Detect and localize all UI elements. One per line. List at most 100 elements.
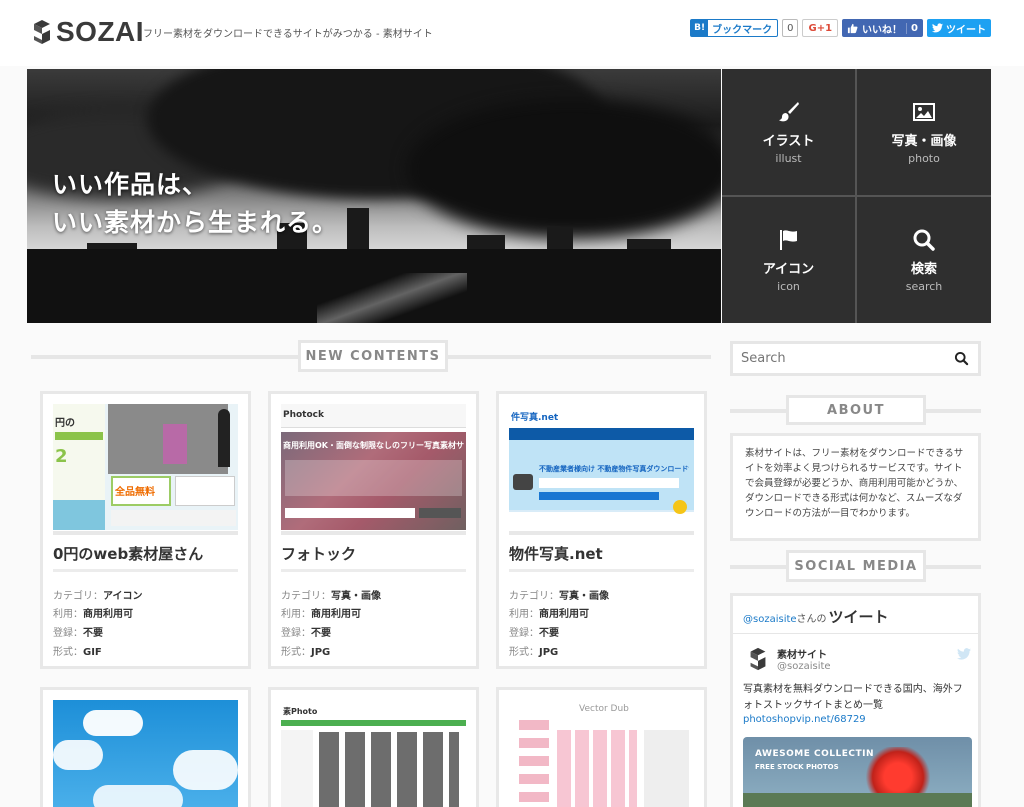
content-card[interactable] <box>40 687 251 807</box>
twitter-bird-icon <box>957 648 971 660</box>
content-card[interactable]: 円の 2 全品無料 0円のweb素材屋さん カテゴリ：アイコン 利用：商用利用可… <box>40 391 251 669</box>
card-thumbnail[interactable] <box>53 700 238 807</box>
new-contents-heading: NEW CONTENTS <box>298 340 448 372</box>
meta-value: 写真・画像 <box>331 591 381 602</box>
twitter-bird-icon <box>932 23 943 33</box>
category-tile-search[interactable]: 検索 search <box>857 197 991 323</box>
tweet-media-image[interactable]: AWESOME COLLECTIN FREE STOCK PHOTOS <box>743 737 972 807</box>
meta-value: 商用利用可 <box>311 609 361 620</box>
hatena-label: ブックマーク <box>712 24 773 36</box>
site-logo[interactable]: SOZAI <box>32 16 144 48</box>
tweet-button[interactable]: ツイート <box>927 19 991 37</box>
hatena-bookmark-button[interactable]: B! ブックマーク <box>690 19 779 37</box>
card-thumbnail[interactable]: 素Photo <box>281 700 466 807</box>
thumb-text: 商用利用OK・面倒な制限なしのフリー写真素材サイト <box>283 441 464 450</box>
title-underline <box>53 569 238 572</box>
card-thumbnail[interactable]: 円の 2 全品無料 <box>53 404 238 530</box>
tweet-media-ground <box>743 793 972 807</box>
thumb-bar <box>539 492 659 500</box>
content-card[interactable]: Vector Dub <box>496 687 707 807</box>
camera-icon <box>513 474 533 490</box>
tweet-text: 写真素材を無料ダウンロードできる国内、海外フォトストックサイトまとめ一覧 <box>743 684 963 711</box>
thumb-footer <box>509 512 694 530</box>
hero-line-2: いい素材から生まれる。 <box>52 208 339 237</box>
tweet-link[interactable]: photoshopvip.net/68729 <box>743 714 866 725</box>
meta-value: アイコン <box>103 591 143 602</box>
meta-label: 登録： <box>509 628 539 639</box>
card-meta-format: 形式：JPG <box>281 643 330 658</box>
thumb-underline <box>281 531 466 535</box>
tile-label-ja: 検索 <box>910 261 937 277</box>
thumb-underline <box>53 531 238 535</box>
site-header: SOZAI フリー素材をダウンロードできるサイトがみつかる - 素材サイト B!… <box>0 0 1024 66</box>
card-meta-category: カテゴリ：アイコン <box>53 587 143 602</box>
meta-label: カテゴリ： <box>281 591 331 602</box>
card-thumbnail[interactable]: Vector Dub <box>509 700 694 807</box>
tweet-media-text: AWESOME COLLECTIN <box>755 749 875 759</box>
card-title[interactable]: フォトック <box>281 543 356 564</box>
thumbs-up-icon <box>847 23 858 33</box>
thumb-text-block <box>111 510 236 526</box>
card-meta-registration: 登録：不要 <box>281 624 331 639</box>
twitter-handle-link[interactable]: @sozaisite <box>743 614 797 625</box>
meta-value: 不要 <box>311 628 331 639</box>
facebook-like-button[interactable]: いいね！ 0 <box>842 19 923 37</box>
logo-mark-icon <box>34 20 50 44</box>
card-meta-usage: 利用：商用利用可 <box>281 605 361 620</box>
card-title[interactable]: 物件写真.net <box>509 543 603 564</box>
content-card[interactable]: Photock 商用利用OK・面倒な制限なしのフリー写真素材サイト フォトック … <box>268 391 479 669</box>
tile-label-ja: アイコン <box>762 261 815 277</box>
thumb-text: Photock <box>283 410 324 420</box>
meta-label: 登録： <box>53 628 83 639</box>
card-meta-usage: 利用：商用利用可 <box>509 605 589 620</box>
card-thumbnail[interactable]: 件写真.net 不動産業者様向け 不動産物件写真ダウンロードサイト <box>509 404 694 530</box>
thumb-pattern-grid <box>557 730 637 807</box>
tile-label-en: illust <box>775 151 802 165</box>
thumb-button <box>419 508 461 518</box>
meta-label: 形式： <box>509 647 539 658</box>
thumb-text: 素Photo <box>283 707 318 716</box>
meta-value: 写真・画像 <box>559 591 609 602</box>
search-input[interactable] <box>733 344 933 373</box>
category-tile-icon[interactable]: アイコン icon <box>722 197 855 323</box>
content-card[interactable]: 素Photo <box>268 687 479 807</box>
thumb-panel <box>53 500 105 530</box>
thumb-cloud <box>173 750 238 790</box>
thumb-sign <box>163 424 187 464</box>
category-tiles: イラスト illust 写真・画像 photo アイコン icon 検索 sea… <box>722 69 991 323</box>
card-meta-category: カテゴリ：写真・画像 <box>509 587 609 602</box>
card-title[interactable]: 0円のweb素材屋さん <box>53 543 203 564</box>
hatena-count: 0 <box>782 19 799 37</box>
meta-value: GIF <box>83 647 102 658</box>
tweet-label: ツイート <box>946 24 986 36</box>
site-tagline: フリー素材をダウンロードできるサイトがみつかる - 素材サイト <box>143 29 433 40</box>
thumb-box <box>175 476 235 506</box>
meta-label: 形式： <box>281 647 311 658</box>
thumb-bar <box>55 432 103 440</box>
thumb-nav <box>281 720 466 726</box>
content-card[interactable]: 件写真.net 不動産業者様向け 不動産物件写真ダウンロードサイト 物件写真.n… <box>496 391 707 669</box>
thumb-text: Vector Dub <box>579 704 629 714</box>
social-media-heading: SOCIAL MEDIA <box>786 550 926 582</box>
title-underline <box>509 569 694 572</box>
avatar[interactable] <box>747 646 769 672</box>
search-icon[interactable] <box>954 351 969 366</box>
thumb-input <box>285 508 415 518</box>
meta-label: 利用： <box>281 609 311 620</box>
tile-label-en: icon <box>777 279 800 293</box>
thumb-text-block <box>285 460 462 496</box>
bird-icon <box>673 500 687 514</box>
category-tile-photo[interactable]: 写真・画像 photo <box>857 69 991 195</box>
gplus-button[interactable]: G+1 <box>802 19 839 37</box>
thumb-cloud <box>83 710 143 736</box>
category-tile-illust[interactable]: イラスト illust <box>722 69 855 195</box>
thumb-cloud <box>93 785 183 807</box>
hero-line-1: いい作品は、 <box>52 170 209 199</box>
title-underline <box>281 569 466 572</box>
card-thumbnail[interactable]: Photock 商用利用OK・面倒な制限なしのフリー写真素材サイト <box>281 404 466 530</box>
meta-value: JPG <box>539 647 559 658</box>
thumb-illust <box>519 720 549 807</box>
tweet-author-screen-name[interactable]: @sozaisite <box>777 661 831 672</box>
tweet-author-name[interactable]: 素材サイト <box>777 646 827 661</box>
brush-icon <box>778 101 799 121</box>
